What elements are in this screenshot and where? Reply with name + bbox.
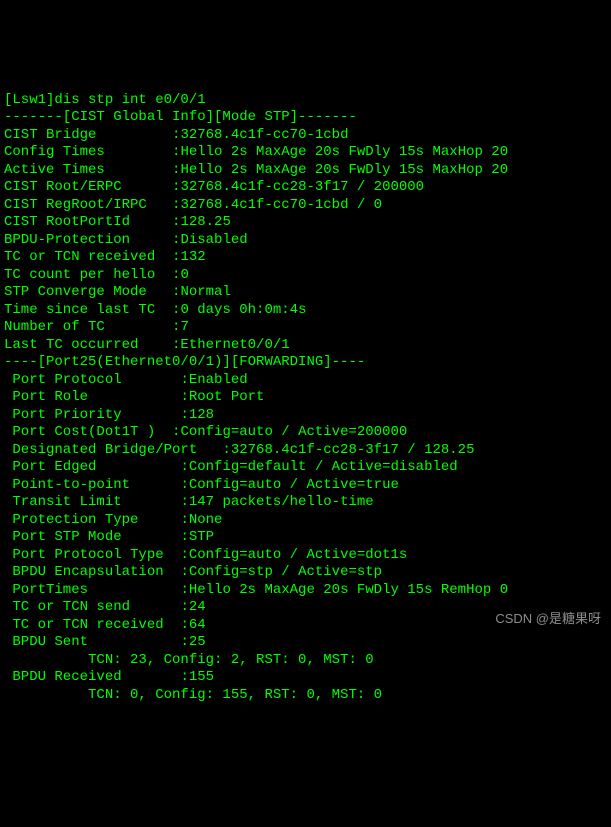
row-active-times: Active Times :Hello 2s MaxAge 20s FwDly … bbox=[4, 162, 508, 178]
value: :Config=default / Active=disabled bbox=[180, 459, 457, 475]
value: :Config=auto / Active=200000 bbox=[172, 424, 407, 440]
label: TC or TCN received bbox=[4, 617, 164, 633]
value: :32768.4c1f-cc70-1cbd / 0 bbox=[172, 197, 382, 213]
label: CIST Bridge bbox=[4, 127, 96, 143]
row-designated: Designated Bridge/Port :32768.4c1f-cc28-… bbox=[4, 442, 474, 458]
value: :Enabled bbox=[180, 372, 247, 388]
label: Transit Limit bbox=[4, 494, 122, 510]
value: :147 packets/hello-time bbox=[180, 494, 373, 510]
row-bpdu-received: BPDU Received :155 bbox=[4, 669, 214, 685]
row-cist-regroot-irpc: CIST RegRoot/IRPC :32768.4c1f-cc70-1cbd … bbox=[4, 197, 382, 213]
row-cist-bridge: CIST Bridge :32768.4c1f-cc70-1cbd bbox=[4, 127, 348, 143]
label: Last TC occurred bbox=[4, 337, 138, 353]
row-bpdu-sent-detail: TCN: 23, Config: 2, RST: 0, MST: 0 bbox=[4, 652, 374, 668]
row-cist-rootportid: CIST RootPortId :128.25 bbox=[4, 214, 231, 230]
row-tc-tcn-send: TC or TCN send :24 bbox=[4, 599, 206, 615]
row-protection-type: Protection Type :None bbox=[4, 512, 222, 528]
label: Port STP Mode bbox=[4, 529, 122, 545]
value: :Config=auto / Active=true bbox=[180, 477, 398, 493]
label: BPDU-Protection bbox=[4, 232, 130, 248]
row-cist-root-erpc: CIST Root/ERPC :32768.4c1f-cc28-3f17 / 2… bbox=[4, 179, 424, 195]
label: Port Priority bbox=[4, 407, 122, 423]
label: Port Protocol bbox=[4, 372, 122, 388]
value: :Normal bbox=[172, 284, 231, 300]
prompt-line[interactable]: [Lsw1]dis stp int e0/0/1 bbox=[4, 92, 206, 108]
row-stp-converge-mode: STP Converge Mode :Normal bbox=[4, 284, 231, 300]
value: :Hello 2s MaxAge 20s FwDly 15s MaxHop 20 bbox=[172, 162, 508, 178]
row-transit-limit: Transit Limit :147 packets/hello-time bbox=[4, 494, 374, 510]
label: CIST RootPortId bbox=[4, 214, 130, 230]
row-tc-tcn-received: TC or TCN received :64 bbox=[4, 617, 206, 633]
value: :STP bbox=[180, 529, 214, 545]
row-tc-tcn-received: TC or TCN received :132 bbox=[4, 249, 206, 265]
watermark: CSDN @是糖果呀 bbox=[495, 611, 601, 627]
label: TC or TCN send bbox=[4, 599, 130, 615]
value: :Ethernet0/0/1 bbox=[172, 337, 290, 353]
value: :Disabled bbox=[172, 232, 248, 248]
value: :24 bbox=[180, 599, 205, 615]
label: Config Times bbox=[4, 144, 105, 160]
row-last-tc-occurred: Last TC occurred :Ethernet0/0/1 bbox=[4, 337, 290, 353]
label: STP Converge Mode bbox=[4, 284, 147, 300]
row-bpdu-received-detail: TCN: 0, Config: 155, RST: 0, MST: 0 bbox=[4, 687, 382, 703]
row-port-cost: Port Cost(Dot1T ) :Config=auto / Active=… bbox=[4, 424, 407, 440]
row-port-role: Port Role :Root Port bbox=[4, 389, 264, 405]
row-config-times: Config Times :Hello 2s MaxAge 20s FwDly … bbox=[4, 144, 508, 160]
label: Port Edged bbox=[4, 459, 96, 475]
value: :Config=auto / Active=dot1s bbox=[180, 547, 407, 563]
label: BPDU Received bbox=[4, 669, 122, 685]
global-header: -------[CIST Global Info][Mode STP]-----… bbox=[4, 109, 357, 125]
row-port-priority: Port Priority :128 bbox=[4, 407, 214, 423]
row-port-edged: Port Edged :Config=default / Active=disa… bbox=[4, 459, 458, 475]
label: Number of TC bbox=[4, 319, 105, 335]
value: :128.25 bbox=[172, 214, 231, 230]
label: Active Times bbox=[4, 162, 105, 178]
value: :0 days 0h:0m:4s bbox=[172, 302, 306, 318]
label: Protection Type bbox=[4, 512, 138, 528]
port-header: ----[Port25(Ethernet0/0/1)][FORWARDING]-… bbox=[4, 354, 365, 370]
row-port-stp-mode: Port STP Mode :STP bbox=[4, 529, 214, 545]
value: :155 bbox=[180, 669, 214, 685]
value: :64 bbox=[180, 617, 205, 633]
value: :Config=stp / Active=stp bbox=[180, 564, 382, 580]
value: :Hello 2s MaxAge 20s FwDly 15s MaxHop 20 bbox=[172, 144, 508, 160]
label: Point-to-point bbox=[4, 477, 130, 493]
label: Port Cost(Dot1T ) bbox=[4, 424, 155, 440]
row-tc-count-per-hello: TC count per hello :0 bbox=[4, 267, 189, 283]
value: :32768.4c1f-cc70-1cbd bbox=[172, 127, 348, 143]
label: Time since last TC bbox=[4, 302, 155, 318]
value: :32768.4c1f-cc28-3f17 / 200000 bbox=[172, 179, 424, 195]
label: Port Role bbox=[4, 389, 88, 405]
label: PortTimes bbox=[4, 582, 88, 598]
value: :0 bbox=[172, 267, 189, 283]
label: CIST RegRoot/IRPC bbox=[4, 197, 147, 213]
value: :None bbox=[180, 512, 222, 528]
row-time-since-last-tc: Time since last TC :0 days 0h:0m:4s bbox=[4, 302, 306, 318]
label: BPDU Sent bbox=[4, 634, 88, 650]
row-port-protocol: Port Protocol :Enabled bbox=[4, 372, 248, 388]
value: :132 bbox=[172, 249, 206, 265]
row-port-protocol-type: Port Protocol Type :Config=auto / Active… bbox=[4, 547, 407, 563]
row-bpdu-encapsulation: BPDU Encapsulation :Config=stp / Active=… bbox=[4, 564, 382, 580]
value: :Hello 2s MaxAge 20s FwDly 15s RemHop 0 bbox=[180, 582, 508, 598]
label: TC or TCN received bbox=[4, 249, 155, 265]
terminal-output: [Lsw1]dis stp int e0/0/1 -------[CIST Gl… bbox=[4, 74, 607, 704]
label: BPDU Encapsulation bbox=[4, 564, 164, 580]
row-port-times: PortTimes :Hello 2s MaxAge 20s FwDly 15s… bbox=[4, 582, 508, 598]
value: :7 bbox=[172, 319, 189, 335]
value: :25 bbox=[180, 634, 205, 650]
value: :Root Port bbox=[180, 389, 264, 405]
label: TC count per hello bbox=[4, 267, 155, 283]
row-bpdu-protection: BPDU-Protection :Disabled bbox=[4, 232, 248, 248]
label: Port Protocol Type bbox=[4, 547, 164, 563]
row-point-to-point: Point-to-point :Config=auto / Active=tru… bbox=[4, 477, 399, 493]
row-bpdu-sent: BPDU Sent :25 bbox=[4, 634, 206, 650]
value: :128 bbox=[180, 407, 214, 423]
label: CIST Root/ERPC bbox=[4, 179, 122, 195]
row-number-of-tc: Number of TC :7 bbox=[4, 319, 189, 335]
